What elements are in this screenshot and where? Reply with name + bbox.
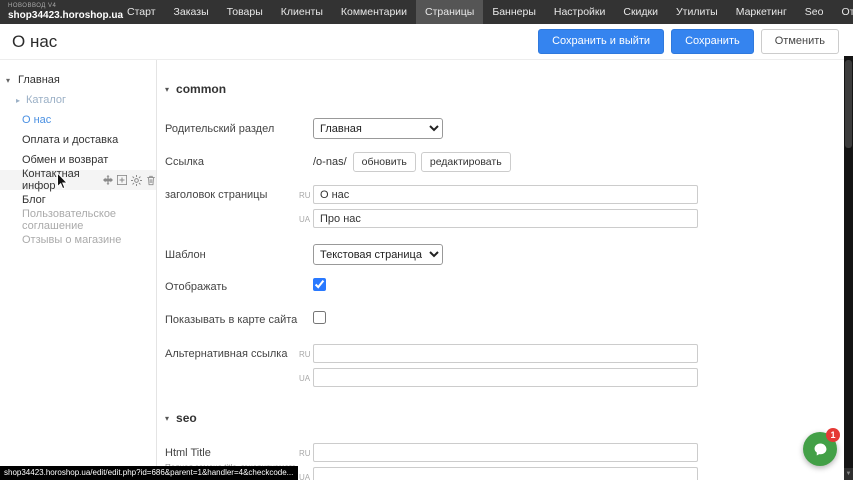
tree-item-label: Контактная инфор [22, 168, 98, 192]
gear-icon[interactable] [131, 175, 142, 186]
tree-item-label: Блог [22, 194, 46, 206]
logo[interactable]: НОВОВВОД V4 shop34423.horoshop.ua [0, 0, 118, 24]
page-title: О нас [12, 32, 57, 52]
tree-item-blog[interactable]: Блог [0, 190, 156, 210]
scrollbar-thumb[interactable] [845, 60, 852, 148]
page-scrollbar[interactable]: ▼ [844, 56, 853, 480]
link-label: Ссылка [165, 155, 313, 169]
lang-ua-label: UA [299, 215, 311, 224]
tree-item-payment-delivery[interactable]: Оплата и доставка [0, 130, 156, 150]
row-parent-section: Родительский раздел Главная [165, 118, 843, 139]
menu-item-discounts[interactable]: Скидки [614, 0, 667, 24]
tree-item-label: Обмен и возврат [22, 154, 108, 166]
display-label: Отображать [165, 280, 313, 294]
tree-item-actions [103, 175, 156, 186]
link-value: /o-nas/ [313, 156, 347, 168]
cancel-button[interactable]: Отменить [761, 29, 839, 54]
save-button[interactable]: Сохранить [671, 29, 754, 54]
lang-ua-label: UA [299, 473, 311, 480]
trash-icon[interactable] [146, 175, 156, 186]
menu-item-products[interactable]: Товары [218, 0, 272, 24]
scrollbar-down-arrow[interactable]: ▼ [844, 468, 853, 480]
chat-unread-badge: 1 [826, 428, 840, 442]
tree-item-label: О нас [22, 114, 51, 126]
lang-ua-label: UA [299, 374, 311, 383]
menu-item-utilities[interactable]: Утилиты [667, 0, 727, 24]
move-icon[interactable] [103, 175, 113, 185]
section-title: seo [176, 411, 197, 425]
logo-domain: shop34423.horoshop.ua [8, 10, 108, 21]
tree-item-about[interactable]: О нас [0, 110, 156, 130]
link-refresh-button[interactable]: обновить [353, 152, 416, 172]
section-seo[interactable]: ▾ seo [165, 411, 843, 425]
status-bar-url: shop34423.horoshop.ua/edit/edit.php?id=6… [0, 466, 298, 480]
chat-widget-button[interactable]: 1 [803, 432, 837, 466]
menu-item-pages[interactable]: Страницы [416, 0, 483, 24]
page-title-ua-input[interactable] [313, 209, 698, 228]
tree-item-user-agreement[interactable]: Пользовательское соглашение [0, 210, 156, 230]
menu-item-orders[interactable]: Заказы [165, 0, 218, 24]
template-label: Шаблон [165, 248, 313, 262]
html-title-ru-input[interactable] [313, 443, 698, 462]
alt-link-ru-input[interactable] [313, 344, 698, 363]
html-title-ua-input[interactable] [313, 467, 698, 480]
menu-item-seo[interactable]: Seo [796, 0, 833, 24]
menu-item-reports[interactable]: Отчеты [832, 0, 853, 24]
row-alt-link: Альтернативная ссылка RU UA [165, 344, 843, 387]
header-buttons: Сохранить и выйти Сохранить Отменить [538, 29, 839, 54]
lang-ru-label: RU [299, 449, 311, 458]
row-link: Ссылка /o-nas/ обновить редактировать [165, 152, 843, 172]
main-menu: Старт Заказы Товары Клиенты Комментарии … [118, 0, 853, 24]
link-edit-button[interactable]: редактировать [421, 152, 511, 172]
tree-item-home[interactable]: ▾ Главная [0, 70, 156, 90]
display-checkbox[interactable] [313, 278, 326, 291]
tree-item-catalog[interactable]: ▸ Каталог [0, 90, 156, 110]
tree-item-label: Главная [18, 74, 60, 86]
page-title-label: заголовок страницы [165, 185, 313, 202]
edit-form: ▾ common Родительский раздел Главная Ссы… [157, 60, 853, 480]
row-page-title: заголовок страницы RU UA [165, 185, 843, 228]
alt-link-ua-input[interactable] [313, 368, 698, 387]
menu-item-comments[interactable]: Комментарии [332, 0, 416, 24]
page-body: ▾ Главная ▸ Каталог О нас Оплата и доста… [0, 60, 853, 480]
pages-tree: ▾ Главная ▸ Каталог О нас Оплата и доста… [0, 60, 157, 480]
section-common[interactable]: ▾ common [165, 82, 843, 96]
chat-icon [812, 441, 829, 458]
tree-item-exchange-return[interactable]: Обмен и возврат [0, 150, 156, 170]
menu-item-clients[interactable]: Клиенты [272, 0, 332, 24]
tree-item-contact-info[interactable]: Контактная инфор [0, 170, 156, 190]
tree-item-label: Оплата и доставка [22, 134, 118, 146]
menu-item-marketing[interactable]: Маркетинг [727, 0, 796, 24]
menu-item-settings[interactable]: Настройки [545, 0, 615, 24]
tree-item-label: Отзывы о магазине [22, 234, 121, 246]
section-title: common [176, 82, 226, 96]
row-sitemap: Показывать в карте сайта [165, 311, 843, 329]
row-template: Шаблон Текстовая страница [165, 244, 843, 265]
tree-item-label: Каталог [26, 94, 66, 106]
chevron-down-icon: ▾ [165, 85, 169, 94]
sitemap-checkbox[interactable] [313, 311, 326, 324]
page-title-ru-input[interactable] [313, 185, 698, 204]
chevron-down-icon[interactable]: ▾ [6, 76, 16, 85]
save-and-exit-button[interactable]: Сохранить и выйти [538, 29, 664, 54]
add-icon[interactable] [117, 175, 127, 185]
chevron-right-icon[interactable]: ▸ [16, 96, 26, 105]
logo-version: НОВОВВОД V4 [8, 3, 108, 10]
template-select[interactable]: Текстовая страница [313, 244, 443, 265]
menu-item-banners[interactable]: Баннеры [483, 0, 545, 24]
parent-section-select[interactable]: Главная [313, 118, 443, 139]
lang-ru-label: RU [299, 191, 311, 200]
html-title-label-text: Html Title [165, 447, 211, 459]
topbar: НОВОВВОД V4 shop34423.horoshop.ua Старт … [0, 0, 853, 24]
menu-item-start[interactable]: Старт [118, 0, 165, 24]
tree-item-store-reviews[interactable]: Отзывы о магазине [0, 230, 156, 250]
alt-link-label: Альтернативная ссылка [165, 344, 313, 361]
tree-item-label: Пользовательское соглашение [22, 208, 156, 232]
sitemap-label: Показывать в карте сайта [165, 313, 313, 327]
parent-section-label: Родительский раздел [165, 122, 313, 136]
row-display: Отображать [165, 278, 843, 296]
page-header: О нас Сохранить и выйти Сохранить Отмени… [0, 24, 853, 60]
lang-ru-label: RU [299, 350, 311, 359]
chevron-down-icon: ▾ [165, 414, 169, 423]
